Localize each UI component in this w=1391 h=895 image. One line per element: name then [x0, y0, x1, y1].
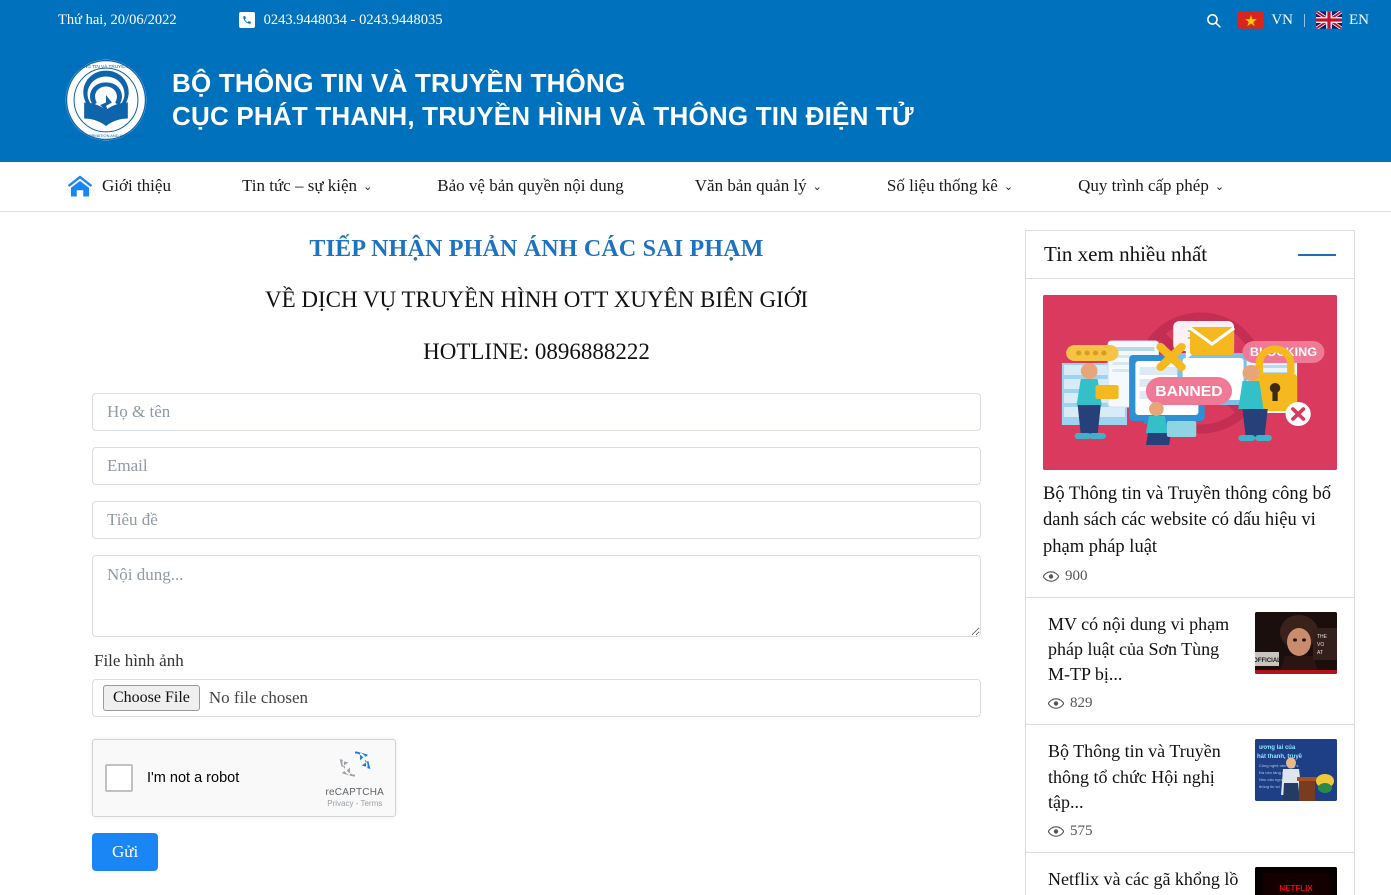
top-utility-bar: Thứ hai, 20/06/2022 0243.9448034 - 0243.… — [0, 0, 1391, 40]
nav-label: Quy trình cấp phép — [1078, 175, 1209, 195]
svg-text:NETFLIX: NETFLIX — [1279, 884, 1313, 893]
hotline-phone: 0243.9448034 - 0243.9448035 — [238, 11, 443, 29]
nav-item-bao-ve-ban-quyen-noi-dung[interactable]: Bảo vệ bản quyền nội dung — [437, 176, 630, 196]
eye-icon — [1043, 571, 1059, 582]
list-item-view-count: 575 — [1048, 823, 1243, 840]
list-item-title[interactable]: MV có nội dung vi phạm pháp luật của Sơn… — [1048, 612, 1243, 688]
list-item[interactable]: Bộ Thông tin và Truyền thông tổ chức Hội… — [1026, 725, 1354, 853]
nav-label: Số liệu thống kê — [886, 175, 998, 195]
file-chosen-status: No file chosen — [208, 688, 309, 707]
list-item-text: Bộ Thông tin và Truyền thông tổ chức Hội… — [1048, 739, 1243, 840]
page-title: TIẾP NHẬN PHẢN ÁNH CÁC SAI PHẠM — [309, 236, 764, 262]
sidebar-header: Tin xem nhiều nhất — [1026, 231, 1354, 279]
recaptcha-brand-name: reCAPTCHA — [325, 787, 384, 798]
featured-article-title[interactable]: Bộ Thông tin và Truyền thông công bố dan… — [1043, 481, 1337, 560]
nav-item-tin-tuc-su-kien[interactable]: Tin tức – sự kiện ⌄ — [242, 176, 372, 196]
choose-file-button[interactable]: Choose File — [103, 685, 200, 711]
recaptcha-label: I'm not a robot — [147, 770, 240, 786]
search-icon[interactable] — [1205, 12, 1222, 29]
masthead-titles: BỘ THÔNG TIN VÀ TRUYỀN THÔNG CỤC PHÁT TH… — [172, 67, 914, 134]
current-date: Thứ hai, 20/06/2022 — [58, 11, 177, 28]
view-count-value: 575 — [1070, 822, 1093, 839]
svg-text:thông tin số: thông tin số — [1259, 784, 1280, 789]
uk-flag-icon — [1316, 11, 1342, 29]
file-upload-field[interactable]: Choose File No file chosen — [92, 679, 981, 717]
svg-text:BANNED: BANNED — [1155, 383, 1222, 400]
lang-vn-label: VN — [1271, 11, 1293, 28]
nav-label: Tin tức – sự kiện — [241, 175, 358, 195]
chevron-down-icon: ⌄ — [1214, 181, 1225, 193]
svg-text:VO: VO — [1317, 642, 1324, 648]
banned-blocking-illustration: BANNED BLOCKING — [1043, 295, 1337, 470]
chevron-down-icon: ⌄ — [1003, 181, 1014, 193]
nav-label: Bảo vệ bản quyền nội dung — [437, 175, 624, 195]
svg-text:MINISTRY OF INFORMATION AND CO: MINISTRY OF INFORMATION AND COMMUNICATIO… — [64, 133, 148, 138]
nav-label: Văn bản quản lý — [694, 175, 807, 195]
list-item-text: MV có nội dung vi phạm pháp luật của Sơn… — [1048, 612, 1243, 713]
svg-text:BỘ THÔNG TIN VÀ TRUYỀN THÔNG: BỘ THÔNG TIN VÀ TRUYỀN THÔNG — [66, 63, 146, 69]
topbar-right-group: VN | EN — [1205, 11, 1369, 29]
svg-text:hát thanh, truyề: hát thanh, truyề — [1257, 754, 1303, 760]
sidebar: Tin xem nhiều nhất BANNED BLOCKING Bộ Th… — [1025, 212, 1355, 895]
file-upload-label: File hình ảnh — [94, 651, 184, 670]
list-item-text: Netflix và các gã khổng lồ streaming vào… — [1048, 867, 1243, 895]
nav-item-quy-trinh-cap-phep[interactable]: Quy trình cấp phép ⌄ — [1078, 176, 1224, 196]
ministry-emblem-logo[interactable]: BỘ THÔNG TIN VÀ TRUYỀN THÔNG MINISTRY OF… — [56, 58, 157, 142]
language-separator: | — [1302, 11, 1306, 28]
email-input[interactable] — [92, 447, 981, 485]
vietnam-flag-icon — [1238, 11, 1265, 29]
chevron-down-icon: ⌄ — [812, 181, 822, 193]
featured-article[interactable]: BANNED BLOCKING Bộ Thông tin và Truyền t… — [1026, 279, 1354, 598]
nav-item-gioi-thieu[interactable]: Giới thiệu — [102, 176, 177, 196]
sidebar-accent-dash — [1298, 253, 1336, 256]
svg-text:THE: THE — [1317, 634, 1328, 640]
subject-input[interactable] — [92, 501, 981, 539]
page-body: TIẾP NHẬN PHẢN ÁNH CÁC SAI PHẠM VỀ DỊCH … — [0, 212, 1391, 895]
fullname-input[interactable] — [92, 393, 981, 431]
view-count-value: 900 — [1065, 567, 1088, 584]
recaptcha-widget[interactable]: I'm not a robot reCAPTCHA Privacy - Term… — [92, 739, 396, 817]
lang-en-label: EN — [1349, 11, 1369, 28]
language-switch-vn[interactable]: VN — [1238, 11, 1293, 29]
phone-number: 0243.9448034 - 0243.9448035 — [263, 11, 443, 28]
nav-label: Giới thiệu — [102, 175, 171, 195]
phone-icon — [238, 12, 255, 28]
list-item[interactable]: Netflix và các gã khổng lồ streaming vào… — [1026, 853, 1354, 895]
language-switch-en[interactable]: EN — [1316, 11, 1369, 29]
recaptcha-logo-icon — [339, 751, 371, 777]
submit-button[interactable]: Gửi — [92, 833, 159, 871]
masthead-title-line2: CỤC PHÁT THANH, TRUYỀN HÌNH VÀ THÔNG TIN… — [172, 101, 914, 131]
recaptcha-legal-links[interactable]: Privacy - Terms — [326, 799, 384, 808]
eye-icon — [1048, 698, 1064, 710]
chevron-down-icon: ⌄ — [363, 181, 373, 193]
list-item-title[interactable]: Netflix và các gã khổng lồ streaming vào… — [1048, 867, 1243, 895]
hotline-text: HOTLINE: 0896888222 — [423, 339, 650, 364]
masthead-title-line1: BỘ THÔNG TIN VÀ TRUYỀN THÔNG — [172, 67, 626, 98]
son-tung-mv-thumbnail: THE VO AT OFFICIAL — [1255, 611, 1337, 674]
sidebar-title: Tin xem nhiều nhất — [1044, 242, 1208, 266]
list-item-title[interactable]: Bộ Thông tin và Truyền thông tổ chức Hội… — [1048, 739, 1243, 815]
list-item-view-count: 829 — [1048, 695, 1243, 712]
report-form: File hình ảnh Choose File No file chosen… — [92, 393, 981, 871]
netflix-screen-thumbnail: NETFLIX — [1255, 866, 1337, 895]
site-masthead: BỘ THÔNG TIN VÀ TRUYỀN THÔNG MINISTRY OF… — [0, 40, 1391, 160]
list-item[interactable]: MV có nội dung vi phạm pháp luật của Sơn… — [1026, 598, 1354, 726]
home-icon[interactable] — [58, 172, 102, 200]
page-subtitle: VỀ DỊCH VỤ TRUYỀN HÌNH OTT XUYÊN BIÊN GI… — [264, 287, 808, 312]
recaptcha-checkbox[interactable] — [105, 764, 133, 792]
most-viewed-box: Tin xem nhiều nhất BANNED BLOCKING Bộ Th… — [1025, 230, 1355, 895]
nav-item-van-ban-quan-ly[interactable]: Văn bản quản lý ⌄ — [695, 176, 822, 196]
featured-view-count: 900 — [1043, 568, 1337, 585]
main-content: TIẾP NHẬN PHẢN ÁNH CÁC SAI PHẠM VỀ DỊCH … — [0, 212, 1025, 895]
main-navigation: Giới thiệu Tin tức – sự kiện ⌄ Bảo vệ bả… — [0, 160, 1391, 212]
svg-text:AT: AT — [1317, 650, 1323, 656]
svg-text:ương lai của: ương lai của — [1259, 745, 1296, 751]
svg-text:OFFICIAL: OFFICIAL — [1255, 658, 1281, 664]
content-textarea[interactable] — [92, 555, 981, 637]
view-count-value: 829 — [1070, 695, 1093, 712]
recaptcha-branding: reCAPTCHA Privacy - Terms — [326, 748, 384, 808]
conference-speaker-thumbnail: ương lai của hát thanh, truyề Công nghệ n… — [1255, 739, 1337, 802]
nav-item-so-lieu-thong-ke[interactable]: Số liệu thống kê ⌄ — [887, 176, 1013, 196]
eye-icon — [1048, 826, 1064, 837]
